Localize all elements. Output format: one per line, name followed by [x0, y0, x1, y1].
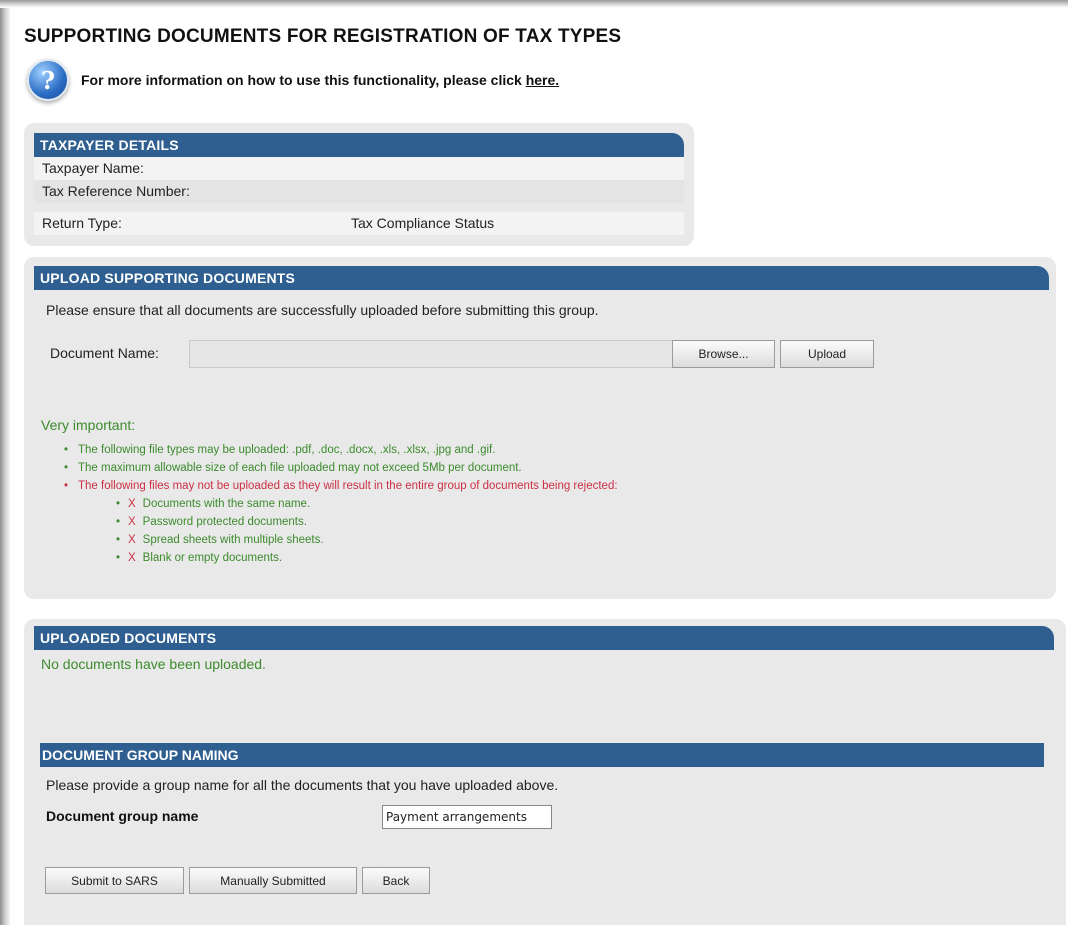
- not-allowed-text: Password protected documents.: [142, 516, 307, 528]
- very-important-label: Very important:: [41, 417, 136, 433]
- not-allowed-item: • X Blank or empty documents.: [116, 549, 618, 567]
- upload-documents-panel: UPLOAD SUPPORTING DOCUMENTS Please ensur…: [24, 257, 1056, 599]
- uploaded-documents-panel: UPLOADED DOCUMENTS No documents have bee…: [24, 619, 1066, 925]
- rule-max-size: • The maximum allowable size of each file…: [64, 459, 618, 477]
- bullet-icon: •: [116, 516, 121, 528]
- bullet-icon: •: [64, 480, 69, 492]
- not-allowed-list: • X Documents with the same name. • X Passwo…: [116, 495, 618, 567]
- back-button[interactable]: Back: [362, 867, 430, 894]
- manually-submitted-button[interactable]: Manually Submitted: [189, 867, 357, 894]
- bullet-icon: •: [64, 462, 69, 474]
- bullet-icon: •: [64, 444, 69, 456]
- rule-text: The following file types may be uploaded…: [78, 444, 496, 456]
- uploaded-documents-header: UPLOADED DOCUMENTS: [34, 626, 1054, 650]
- rule-not-allowed: • The following files may not be uploaded…: [64, 477, 618, 495]
- document-group-name-input[interactable]: Payment arrangements: [382, 805, 552, 829]
- document-group-naming-header: DOCUMENT GROUP NAMING: [40, 743, 1044, 767]
- upload-rules-list: • The following file types may be uploade…: [64, 441, 618, 567]
- bullet-icon: •: [116, 498, 121, 510]
- document-name-label: Document Name:: [50, 345, 159, 361]
- not-allowed-item: • X Password protected documents.: [116, 513, 618, 531]
- help-row: ? For more information on how to use thi…: [27, 58, 559, 102]
- taxpayer-name-label: Taxpayer Name:: [42, 160, 144, 176]
- not-allowed-text: Spread sheets with multiple sheets.: [142, 534, 324, 546]
- help-text-label: For more information on how to use this …: [81, 72, 522, 88]
- not-allowed-item: • X Spread sheets with multiple sheets.: [116, 531, 618, 549]
- not-allowed-item: • X Documents with the same name.: [116, 495, 618, 513]
- x-mark-icon: X: [128, 534, 136, 546]
- not-allowed-text: Blank or empty documents.: [142, 552, 283, 564]
- x-mark-icon: X: [128, 498, 136, 510]
- x-mark-icon: X: [128, 552, 136, 564]
- upload-instruction: Please ensure that all documents are suc…: [46, 302, 599, 318]
- document-group-name-label: Document group name: [46, 808, 199, 824]
- taxpayer-details-header: TAXPAYER DETAILS: [34, 133, 684, 157]
- page-title: SUPPORTING DOCUMENTS FOR REGISTRATION OF…: [24, 26, 622, 47]
- taxpayer-name-row: Taxpayer Name:: [34, 157, 684, 180]
- tax-reference-label: Tax Reference Number:: [42, 183, 190, 199]
- tax-reference-row: Tax Reference Number:: [34, 180, 684, 203]
- submit-to-sars-button[interactable]: Submit to SARS: [45, 867, 184, 894]
- return-type-label: Return Type:: [42, 215, 122, 231]
- rule-allowed-types: • The following file types may be uploade…: [64, 441, 618, 459]
- bullet-icon: •: [116, 552, 121, 564]
- help-text: For more information on how to use this …: [81, 72, 559, 88]
- document-name-input[interactable]: [189, 340, 698, 368]
- group-name-instruction: Please provide a group name for all the …: [46, 777, 559, 793]
- return-type-value: Tax Compliance Status: [351, 215, 495, 231]
- return-type-row: Return Type: Tax Compliance Status: [34, 212, 684, 235]
- browse-button[interactable]: Browse...: [672, 340, 775, 368]
- no-documents-message: No documents have been uploaded.: [41, 656, 266, 672]
- help-link[interactable]: here.: [526, 72, 559, 88]
- taxpayer-details-panel: TAXPAYER DETAILS Taxpayer Name: Tax Refe…: [24, 123, 694, 246]
- upload-documents-header: UPLOAD SUPPORTING DOCUMENTS: [34, 266, 1049, 290]
- bullet-icon: •: [116, 534, 121, 546]
- x-mark-icon: X: [128, 516, 136, 528]
- not-allowed-text: Documents with the same name.: [142, 498, 311, 510]
- rule-text: The following files may not be uploaded …: [78, 480, 618, 492]
- upload-button[interactable]: Upload: [780, 340, 874, 368]
- help-question-icon[interactable]: ?: [27, 59, 69, 101]
- window-frame-top: [0, 0, 1068, 8]
- rule-text: The maximum allowable size of each file …: [78, 462, 522, 474]
- window-frame-left: [0, 0, 10, 925]
